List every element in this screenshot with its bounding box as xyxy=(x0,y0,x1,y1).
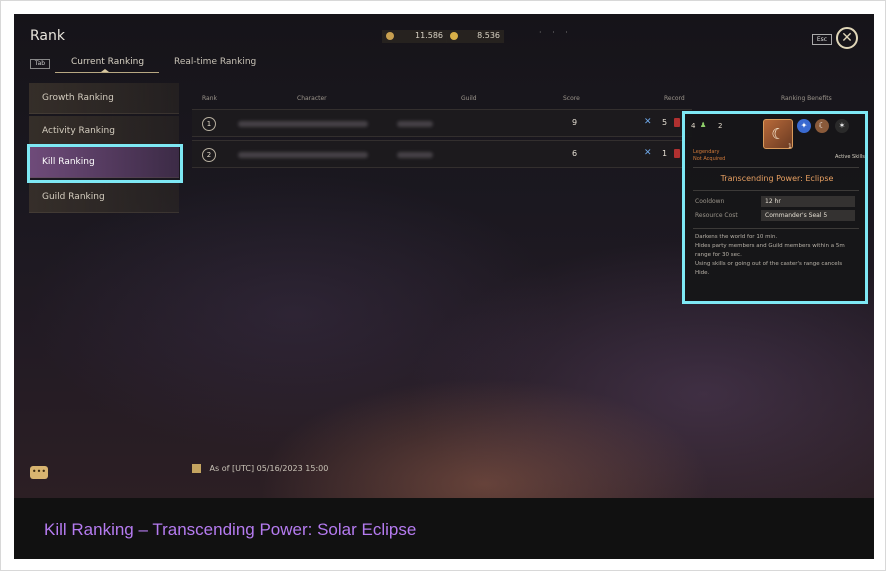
kill-record-value: 5 xyxy=(662,118,668,127)
close-button[interactable]: ✕ xyxy=(836,27,858,49)
score-value: 6 xyxy=(572,149,578,158)
currency-2-icon xyxy=(450,31,458,40)
hourglass-icon xyxy=(192,464,201,473)
col-header-ranking-benefits: Ranking Benefits xyxy=(781,95,832,102)
table-row[interactable]: 2 6 ✕ 1 xyxy=(192,140,692,168)
currency-2: 8.536 xyxy=(446,30,504,43)
currency-1-value: 11.586 xyxy=(415,31,443,40)
crossed-swords-icon: ✕ xyxy=(644,148,652,158)
screenshot-frame: Rank 11.586 8.536 · · · Esc ✕ Tab Curren… xyxy=(0,0,886,571)
character-name-blurred xyxy=(238,121,368,127)
col-header-guild: Guild xyxy=(461,95,477,102)
sidebar-item-guild-ranking[interactable]: Guild Ranking xyxy=(29,182,179,213)
tab-realtime-ranking[interactable]: Real-time Ranking xyxy=(174,57,256,67)
guild-name-blurred xyxy=(397,152,433,158)
decor-dots: · · · xyxy=(539,28,572,37)
timestamp-line: As of [UTC] 05/16/2023 15:00 xyxy=(192,464,328,473)
col-header-rank: Rank xyxy=(202,95,217,102)
currency-1-icon xyxy=(386,31,394,40)
col-header-character: Character xyxy=(297,95,327,102)
col-header-score: Score xyxy=(563,95,580,102)
tab-key-hint: Tab xyxy=(30,59,50,69)
tab-current-ranking[interactable]: Current Ranking xyxy=(71,57,144,67)
rank-badge: 1 xyxy=(202,117,216,131)
kill-record-value: 1 xyxy=(662,149,668,158)
rank-badge: 2 xyxy=(202,148,216,162)
death-record-icon xyxy=(674,118,680,127)
sidebar-item-activity-ranking[interactable]: Activity Ranking xyxy=(29,116,179,147)
game-window: Rank 11.586 8.536 · · · Esc ✕ Tab Curren… xyxy=(14,14,874,498)
highlight-box-tooltip xyxy=(682,111,868,304)
page-title: Rank xyxy=(30,28,65,44)
guild-name-blurred xyxy=(397,121,433,127)
timestamp-text: As of [UTC] 05/16/2023 15:00 xyxy=(209,464,329,473)
death-record-icon xyxy=(674,149,680,158)
currency-2-value: 8.536 xyxy=(477,31,500,40)
highlight-box-sidebar xyxy=(27,144,183,183)
esc-key-hint[interactable]: Esc xyxy=(812,34,832,45)
score-value: 9 xyxy=(572,118,578,127)
chat-icon[interactable]: ••• xyxy=(30,466,48,479)
currency-1: 11.586 xyxy=(382,30,447,43)
active-tab-underline xyxy=(55,69,159,73)
col-header-record: Record xyxy=(664,95,685,102)
character-name-blurred xyxy=(238,152,368,158)
caption-text: Kill Ranking – Transcending Power: Solar… xyxy=(44,520,417,539)
sidebar-item-growth-ranking[interactable]: Growth Ranking xyxy=(29,83,179,114)
table-row[interactable]: 1 9 ✕ 5 xyxy=(192,109,692,137)
caption-bar: Kill Ranking – Transcending Power: Solar… xyxy=(14,498,874,559)
crossed-swords-icon: ✕ xyxy=(644,117,652,127)
